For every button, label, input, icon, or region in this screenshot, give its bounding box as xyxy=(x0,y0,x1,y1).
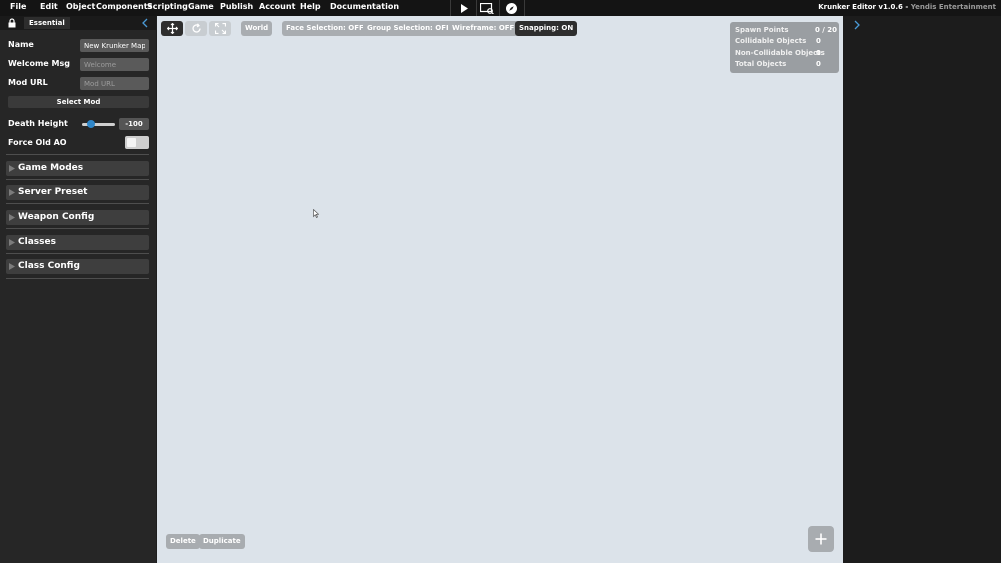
chevron-right-icon xyxy=(9,214,15,221)
wireframe-toggle[interactable]: Wireframe: OFF xyxy=(448,21,519,36)
menu-bar: File Edit Object Components Scripting Ga… xyxy=(0,0,1001,16)
chevron-right-icon xyxy=(9,263,15,270)
play-button[interactable] xyxy=(453,0,475,16)
welcome-msg-field[interactable] xyxy=(80,58,149,71)
plus-icon xyxy=(815,533,827,545)
divider xyxy=(6,228,149,229)
scale-expand-icon xyxy=(214,23,226,34)
stat-row: Spawn Points 0 / 20 xyxy=(735,26,838,37)
section-label: Weapon Config xyxy=(18,212,95,222)
compass-button[interactable] xyxy=(500,0,522,16)
right-panel xyxy=(843,16,1001,563)
lock-icon[interactable] xyxy=(7,18,17,28)
chevron-right-icon xyxy=(9,189,15,196)
app-version-title: Krunker Editor v1.0.6 - xyxy=(818,3,911,11)
collidable-objects-value: 0 xyxy=(816,37,821,45)
app-brand: Yendis Entertainment xyxy=(910,3,996,11)
name-label: Name xyxy=(8,40,34,49)
section-label: Classes xyxy=(18,237,56,247)
divider xyxy=(6,203,149,204)
menu-publish[interactable]: Publish xyxy=(220,2,253,11)
group-selection-toggle[interactable]: Group Selection: OFF xyxy=(363,21,455,36)
chevron-right-icon xyxy=(9,239,15,246)
section-weapon-config[interactable]: Weapon Config xyxy=(6,210,149,225)
face-selection-toggle[interactable]: Face Selection: OFF xyxy=(282,21,368,36)
non-collidable-objects-label: Non-Collidable Objects xyxy=(735,49,825,57)
chevron-right-icon[interactable] xyxy=(853,20,861,30)
scale-tool-button[interactable] xyxy=(209,21,231,36)
tab-essential[interactable]: Essential xyxy=(24,17,70,29)
menu-divider xyxy=(450,0,451,16)
menu-object[interactable]: Object xyxy=(66,2,95,11)
menu-account[interactable]: Account xyxy=(259,2,295,11)
screen-preview-icon xyxy=(480,2,494,14)
divider xyxy=(6,179,149,180)
delete-button[interactable]: Delete xyxy=(166,534,200,549)
total-objects-value: 0 xyxy=(816,60,821,68)
total-objects-label: Total Objects xyxy=(735,60,787,68)
section-game-modes[interactable]: Game Modes xyxy=(6,161,149,176)
death-height-value[interactable]: -100 xyxy=(119,118,149,130)
chevron-right-icon xyxy=(9,165,15,172)
menu-game[interactable]: Game xyxy=(188,2,214,11)
add-object-button[interactable] xyxy=(808,526,834,552)
menu-documentation[interactable]: Documentation xyxy=(330,2,399,11)
panel-header: Essential xyxy=(0,16,156,30)
section-server-preset[interactable]: Server Preset xyxy=(6,185,149,200)
select-mod-button[interactable]: Select Mod xyxy=(8,96,149,108)
rotate-icon xyxy=(191,23,201,33)
compass-icon xyxy=(505,2,517,14)
mouse-cursor-icon xyxy=(313,209,319,218)
section-label: Game Modes xyxy=(18,163,84,173)
stat-row: Non-Collidable Objects 0 xyxy=(735,49,835,60)
section-class-config[interactable]: Class Config xyxy=(6,259,149,274)
spawn-points-label: Spawn Points xyxy=(735,26,789,34)
section-classes[interactable]: Classes xyxy=(6,235,149,250)
menu-scripting[interactable]: Scripting xyxy=(147,2,188,11)
name-field[interactable] xyxy=(80,39,149,52)
menu-help[interactable]: Help xyxy=(300,2,321,11)
duplicate-button[interactable]: Duplicate xyxy=(199,534,245,549)
death-height-label: Death Height xyxy=(8,119,68,128)
menu-divider xyxy=(524,0,525,16)
force-old-ao-label: Force Old AO xyxy=(8,138,67,147)
divider xyxy=(6,253,149,254)
menu-file[interactable]: File xyxy=(10,2,26,11)
menu-edit[interactable]: Edit xyxy=(40,2,58,11)
chevron-left-icon[interactable] xyxy=(141,18,149,28)
left-panel: Essential Name Welcome Msg Mod URL Selec… xyxy=(0,16,156,563)
rotate-tool-button[interactable] xyxy=(185,21,207,36)
world-space-toggle[interactable]: World xyxy=(241,21,273,36)
move-arrows-icon xyxy=(166,23,178,34)
toggle-knob xyxy=(127,138,136,147)
section-label: Server Preset xyxy=(18,187,88,197)
menu-components[interactable]: Components xyxy=(96,2,152,11)
stat-row: Total Objects 0 xyxy=(735,60,835,71)
app-title: Krunker Editor v1.0.6 - Yendis Entertain… xyxy=(818,3,996,11)
stats-panel: Spawn Points 0 / 20 Collidable Objects 0… xyxy=(730,22,839,73)
snapping-toggle[interactable]: Snapping: ON xyxy=(515,21,578,36)
section-label: Class Config xyxy=(18,261,80,271)
death-height-slider-thumb[interactable] xyxy=(87,120,95,128)
force-old-ao-toggle[interactable] xyxy=(125,136,149,149)
non-collidable-objects-value: 0 xyxy=(816,49,821,57)
stat-row: Collidable Objects 0 xyxy=(735,37,835,48)
divider xyxy=(6,154,149,155)
move-tool-button[interactable] xyxy=(161,21,183,36)
welcome-msg-label: Welcome Msg xyxy=(8,59,70,68)
collidable-objects-label: Collidable Objects xyxy=(735,37,807,45)
play-icon xyxy=(461,3,468,13)
mod-url-label: Mod URL xyxy=(8,78,48,87)
preview-button[interactable] xyxy=(476,0,498,16)
viewport-canvas[interactable]: World Face Selection: OFF Group Selectio… xyxy=(157,16,843,563)
spawn-points-value: 0 / 20 xyxy=(815,26,838,34)
mod-url-field[interactable] xyxy=(80,77,149,90)
divider xyxy=(6,278,149,279)
